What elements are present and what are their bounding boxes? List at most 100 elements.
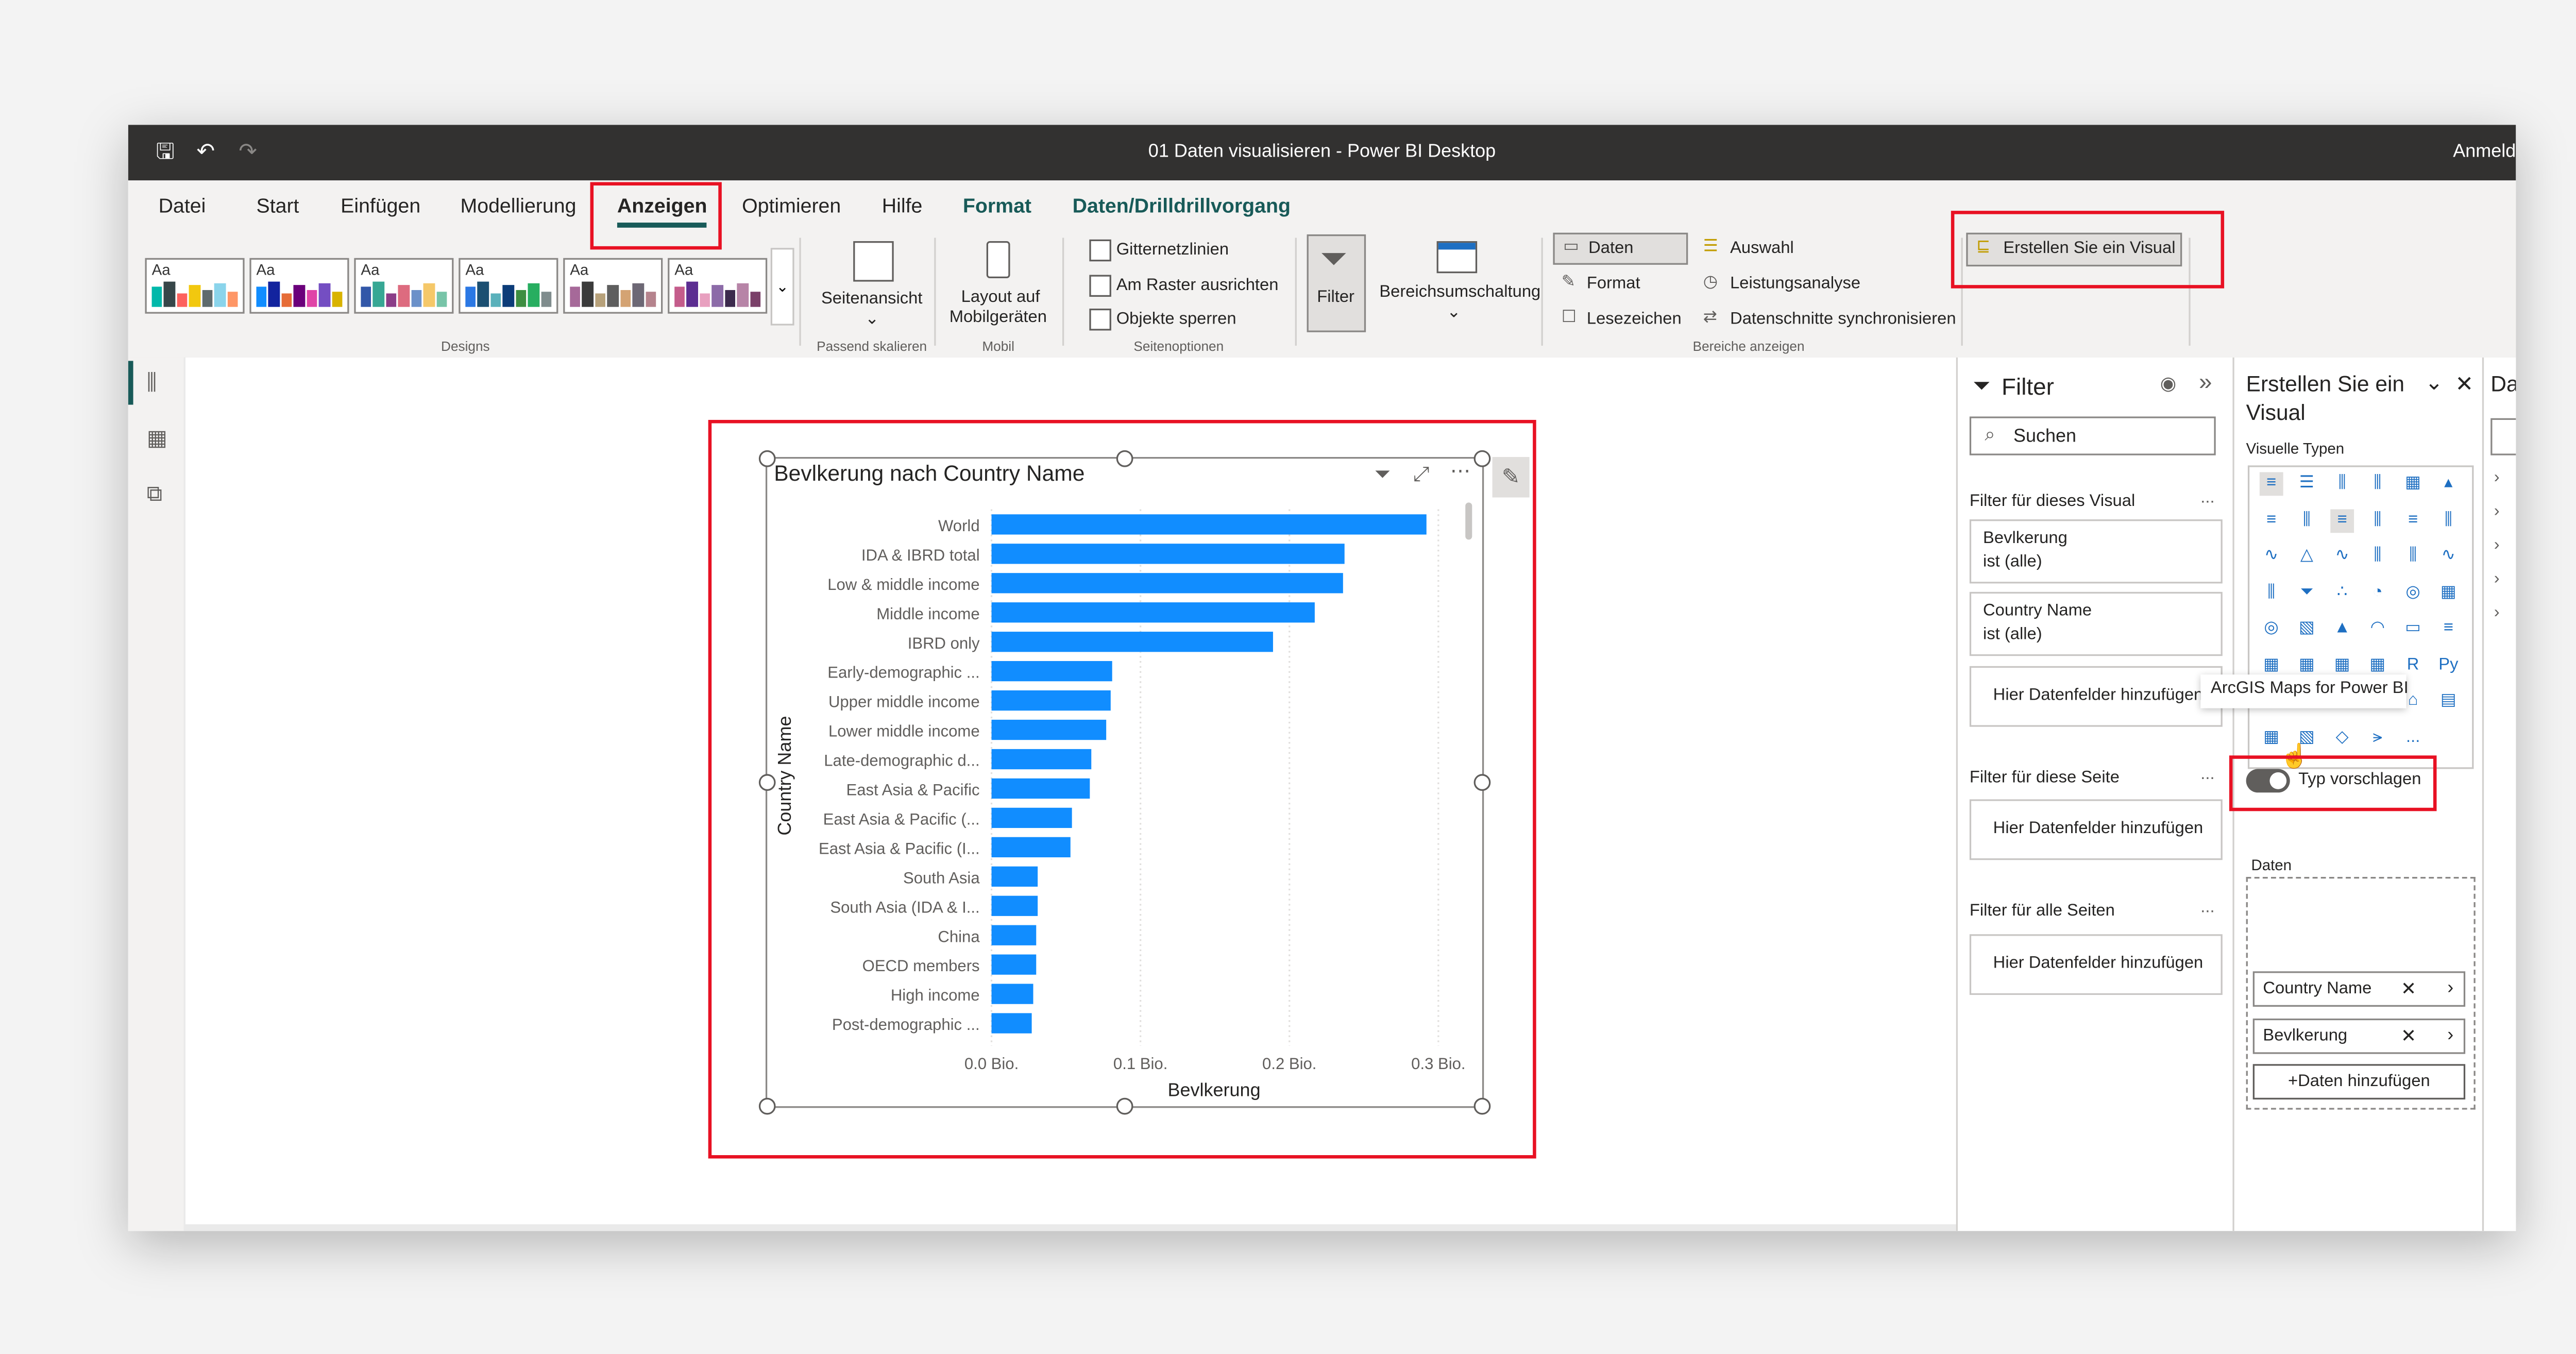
visual-type-icon[interactable]: ∿ — [2330, 545, 2354, 568]
chevron-right-icon[interactable]: › — [2494, 502, 2500, 521]
report-view-icon[interactable]: ⫼ — [147, 369, 157, 396]
close-icon[interactable]: ✕ — [2455, 371, 2473, 398]
visual-type-icon[interactable]: ⪫ — [2366, 726, 2389, 750]
visual-type-icon[interactable]: △ — [2295, 545, 2319, 568]
chevron-right-icon[interactable]: › — [2494, 570, 2500, 588]
filter-card-bevlkerung[interactable]: Bevlkerung ist (alle) — [1969, 519, 2223, 584]
visual-type-icon[interactable]: ▦ — [2436, 581, 2460, 605]
visual-type-icon[interactable]: ≡ — [2330, 508, 2354, 532]
remove-field-icon[interactable]: ✕ — [2401, 978, 2416, 1000]
visual-type-icon[interactable]: ▧ — [2295, 617, 2319, 641]
visual-type-icon[interactable]: ⫼ — [2436, 509, 2460, 532]
tab-hilfe[interactable]: Hilfe — [882, 194, 923, 217]
filter-search-input[interactable]: ⌕ Suchen — [1969, 416, 2216, 455]
visual-type-icon[interactable]: ≡ — [2260, 509, 2283, 532]
visual-type-icon[interactable]: ∿ — [2260, 545, 2283, 568]
lesezeichen-button[interactable]: Lesezeichen — [1587, 310, 1682, 329]
visual-type-icon[interactable]: ⫼ — [2366, 472, 2389, 496]
visual-type-icon[interactable]: ⏷ — [2295, 581, 2319, 605]
table-view-icon[interactable]: ▦ — [147, 425, 167, 452]
add-fields-visual-dropzone[interactable]: Hier Datenfelder hinzufügen — [1969, 666, 2223, 727]
visual-type-icon[interactable]: ⫼ — [2260, 581, 2283, 605]
model-view-icon[interactable]: ⧉ — [147, 481, 162, 507]
theme-swatch[interactable]: Aa — [145, 258, 245, 314]
add-data-button[interactable]: +Daten hinzufügen — [2252, 1064, 2466, 1099]
tab-datei[interactable]: Datei — [159, 194, 206, 217]
daten-pane-button[interactable]: ▭ Daten — [1553, 232, 1688, 265]
theme-swatch[interactable]: Aa — [668, 258, 768, 314]
add-fields-page-dropzone[interactable]: Hier Datenfelder hinzufügen — [1969, 799, 2223, 860]
visual-type-icon[interactable]: R — [2401, 653, 2425, 677]
field-well-bevlkerung[interactable]: Bevlkerung ✕ › — [2252, 1018, 2466, 1054]
visual-type-icon[interactable]: ⫼ — [2366, 545, 2389, 568]
visual-type-icon[interactable]: ▦ — [2295, 653, 2319, 677]
visual-type-icon[interactable]: Py — [2436, 653, 2460, 677]
visual-type-icon[interactable]: ◠ — [2366, 617, 2389, 641]
visual-type-icon[interactable]: ▴ — [2436, 472, 2460, 496]
sign-in-link[interactable]: Anmeld — [2453, 142, 2516, 162]
datenschnitte-button[interactable]: Datenschnitte synchronisieren — [1730, 310, 1956, 329]
layout-mobil-button[interactable]: Layout auf Mobilgeräten — [944, 238, 1052, 335]
tab-einfuegen[interactable]: Einfügen — [341, 194, 420, 217]
visual-type-icon[interactable]: ▦ — [2330, 653, 2354, 677]
theme-swatch[interactable]: Aa — [563, 258, 663, 314]
eye-icon[interactable]: ◉ — [2160, 373, 2176, 395]
more-icon[interactable]: ... — [2200, 899, 2214, 918]
theme-swatch[interactable]: Aa — [459, 258, 558, 314]
gitternetzlinien-checkbox[interactable] — [1089, 239, 1111, 262]
filter-card-country-name[interactable]: Country Name ist (alle) — [1969, 591, 2223, 656]
leistungsanalyse-button[interactable]: Leistungsanalyse — [1730, 275, 1860, 293]
visual-type-icon[interactable]: ◔ — [2366, 581, 2389, 605]
visual-type-icon[interactable]: ◎ — [2260, 617, 2283, 641]
visual-type-icon[interactable]: ∿ — [2436, 545, 2460, 568]
visual-type-icon[interactable]: ▦ — [2401, 472, 2425, 496]
visual-type-icon[interactable] — [2436, 726, 2460, 750]
objekte-sperren-checkbox[interactable] — [1089, 308, 1111, 331]
more-icon[interactable]: ... — [2200, 489, 2214, 507]
more-icon[interactable]: ... — [2200, 766, 2214, 784]
tab-start[interactable]: Start — [256, 194, 299, 217]
am-raster-checkbox[interactable] — [1089, 275, 1111, 297]
format-pane-button[interactable]: Format — [1587, 275, 1640, 293]
visual-type-icon[interactable]: ≡ — [2436, 617, 2460, 641]
visual-type-icon[interactable]: ∴ — [2330, 581, 2354, 605]
theme-swatch[interactable]: Aa — [354, 258, 454, 314]
chevron-right-icon[interactable]: › — [2447, 1025, 2453, 1045]
visual-type-icon[interactable]: ▦ — [2366, 653, 2389, 677]
chevron-down-icon[interactable]: ⌄ — [770, 248, 794, 326]
chevron-right-icon[interactable]: › — [2494, 536, 2500, 555]
visual-type-icon[interactable]: ⫼ — [2401, 545, 2425, 568]
visual-type-icon[interactable]: ... — [2401, 726, 2425, 750]
visual-type-icon[interactable]: ≡ — [2259, 472, 2283, 496]
mobile-icon — [986, 241, 1010, 279]
tab-format[interactable]: Format — [963, 194, 1031, 217]
visual-type-icon[interactable]: ⫼ — [2366, 509, 2389, 532]
visual-type-icon[interactable]: ⫼ — [2295, 509, 2319, 532]
chevron-down-icon[interactable]: ⌄ — [2425, 369, 2444, 396]
visual-type-icon[interactable]: ▤ — [2436, 690, 2460, 714]
auswahl-button[interactable]: Auswahl — [1730, 240, 1794, 258]
visual-type-icon[interactable]: ⫼ — [2330, 472, 2354, 496]
tab-optimieren[interactable]: Optimieren — [742, 194, 841, 217]
visual-type-icon[interactable]: ◇ — [2330, 726, 2354, 750]
add-fields-all-dropzone[interactable]: Hier Datenfelder hinzufügen — [1969, 934, 2223, 995]
collapse-icon[interactable]: » — [2199, 368, 2212, 395]
bereichsumschaltung-button[interactable]: Bereichsumschaltung ⌄ — [1372, 238, 1540, 335]
chevron-right-icon[interactable]: › — [2494, 604, 2500, 622]
visual-type-icon[interactable]: ◎ — [2401, 581, 2425, 605]
field-well-country-name[interactable]: Country Name ✕ › — [2252, 971, 2466, 1007]
visual-type-icon[interactable]: ▲ — [2330, 617, 2354, 641]
theme-swatch[interactable]: Aa — [249, 258, 349, 314]
remove-field-icon[interactable]: ✕ — [2401, 1025, 2416, 1047]
seitenansicht-button[interactable]: Seitenansicht ⌄ — [816, 238, 927, 335]
filter-toggle-button[interactable]: ⏷ Filter — [1307, 234, 1366, 332]
tab-modellierung[interactable]: Modellierung — [461, 194, 577, 217]
visual-type-icon[interactable]: ▦ — [2260, 653, 2283, 677]
visual-type-icon[interactable]: ☰ — [2295, 472, 2319, 496]
visual-type-icon[interactable]: ≡ — [2401, 509, 2425, 532]
chevron-right-icon[interactable]: › — [2447, 978, 2453, 998]
tab-daten-drillvorgang[interactable]: Daten/Drilldrillvorgang — [1073, 194, 1291, 217]
data-search-input[interactable] — [2490, 418, 2516, 455]
chevron-right-icon[interactable]: › — [2494, 469, 2500, 487]
visual-type-icon[interactable]: ▭ — [2401, 617, 2425, 641]
